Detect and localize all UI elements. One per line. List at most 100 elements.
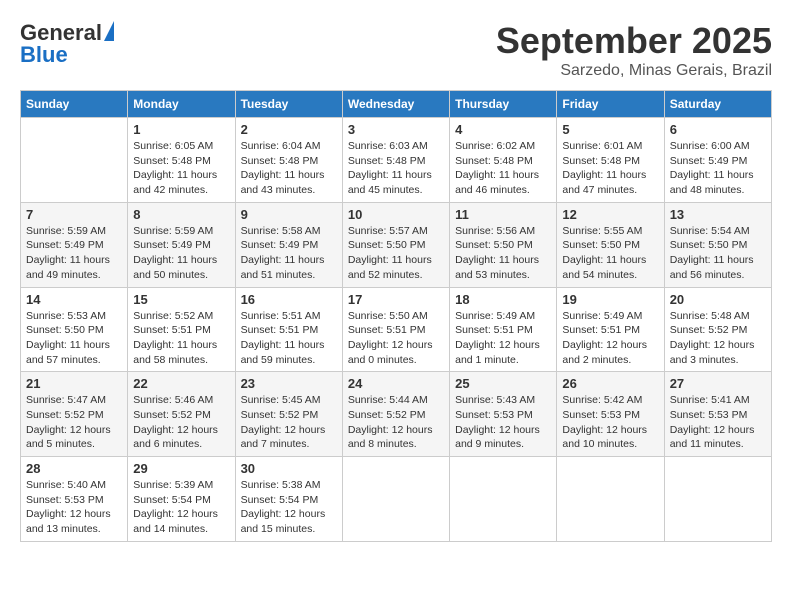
day-number: 19	[562, 292, 658, 307]
day-cell: 11 Sunrise: 5:56 AMSunset: 5:50 PMDayligh…	[450, 202, 557, 287]
day-cell: 23Sunrise: 5:45 AMSunset: 5:52 PMDayligh…	[235, 372, 342, 457]
day-cell: 24 Sunrise: 5:44 AMSunset: 5:52 PMDayligh…	[342, 372, 449, 457]
day-info: Sunrise: 5:47 AMSunset: 5:52 PMDaylight:…	[26, 393, 122, 452]
day-info: Sunrise: 5:53 AMSunset: 5:50 PMDaylight:…	[26, 309, 122, 368]
day-number: 29	[133, 461, 229, 476]
day-number: 15	[133, 292, 229, 307]
day-info: Sunrise: 5:40 AMSunset: 5:53 PMDaylight:…	[26, 478, 122, 537]
day-cell: 26 Sunrise: 5:42 AMSunset: 5:53 PMDayligh…	[557, 372, 664, 457]
day-cell: 15 Sunrise: 5:52 AMSunset: 5:51 PMDayligh…	[128, 287, 235, 372]
day-cell: 17 Sunrise: 5:50 AMSunset: 5:51 PMDayligh…	[342, 287, 449, 372]
day-cell: 28Sunrise: 5:40 AMSunset: 5:53 PMDayligh…	[21, 457, 128, 542]
day-cell	[664, 457, 771, 542]
day-number: 5	[562, 122, 658, 137]
day-number: 18	[455, 292, 551, 307]
day-cell: 12Sunrise: 5:55 AMSunset: 5:50 PMDayligh…	[557, 202, 664, 287]
day-cell: 19 Sunrise: 5:49 AMSunset: 5:51 PMDayligh…	[557, 287, 664, 372]
day-cell: 22 Sunrise: 5:46 AMSunset: 5:52 PMDayligh…	[128, 372, 235, 457]
day-cell: 5 Sunrise: 6:01 AMSunset: 5:48 PMDaylight…	[557, 118, 664, 203]
column-header-wednesday: Wednesday	[342, 91, 449, 118]
day-number: 2	[241, 122, 337, 137]
day-info: Sunrise: 5:50 AMSunset: 5:51 PMDaylight:…	[348, 309, 444, 368]
column-header-saturday: Saturday	[664, 91, 771, 118]
day-number: 24	[348, 376, 444, 391]
day-cell: 18 Sunrise: 5:49 AMSunset: 5:51 PMDayligh…	[450, 287, 557, 372]
day-cell: 4Sunrise: 6:02 AMSunset: 5:48 PMDaylight…	[450, 118, 557, 203]
column-header-friday: Friday	[557, 91, 664, 118]
week-row-5: 28Sunrise: 5:40 AMSunset: 5:53 PMDayligh…	[21, 457, 772, 542]
day-number: 9	[241, 207, 337, 222]
day-cell: 8 Sunrise: 5:59 AMSunset: 5:49 PMDaylight…	[128, 202, 235, 287]
day-cell: 7 Sunrise: 5:59 AMSunset: 5:49 PMDaylight…	[21, 202, 128, 287]
day-cell: 20 Sunrise: 5:48 AMSunset: 5:52 PMDayligh…	[664, 287, 771, 372]
week-row-1: 1Sunrise: 6:05 AMSunset: 5:48 PMDaylight…	[21, 118, 772, 203]
day-cell: 9 Sunrise: 5:58 AMSunset: 5:49 PMDaylight…	[235, 202, 342, 287]
month-title: September 2025	[496, 20, 772, 62]
day-info: Sunrise: 5:49 AMSunset: 5:51 PMDaylight:…	[455, 309, 551, 368]
logo-triangle	[104, 21, 114, 41]
title-section: September 2025 Sarzedo, Minas Gerais, Br…	[496, 20, 772, 80]
day-info: Sunrise: 5:43 AMSunset: 5:53 PMDaylight:…	[455, 393, 551, 452]
day-cell: 14Sunrise: 5:53 AMSunset: 5:50 PMDayligh…	[21, 287, 128, 372]
location: Sarzedo, Minas Gerais, Brazil	[496, 62, 772, 80]
day-number: 17	[348, 292, 444, 307]
calendar-header-row: SundayMondayTuesdayWednesdayThursdayFrid…	[21, 91, 772, 118]
day-info: Sunrise: 5:46 AMSunset: 5:52 PMDaylight:…	[133, 393, 229, 452]
day-info: Sunrise: 5:42 AMSunset: 5:53 PMDaylight:…	[562, 393, 658, 452]
day-number: 20	[670, 292, 766, 307]
day-cell: 13Sunrise: 5:54 AMSunset: 5:50 PMDayligh…	[664, 202, 771, 287]
day-info: Sunrise: 5:44 AMSunset: 5:52 PMDaylight:…	[348, 393, 444, 452]
day-info: Sunrise: 6:04 AMSunset: 5:48 PMDaylight:…	[241, 139, 337, 198]
day-info: Sunrise: 5:52 AMSunset: 5:51 PMDaylight:…	[133, 309, 229, 368]
day-cell: 27 Sunrise: 5:41 AMSunset: 5:53 PMDayligh…	[664, 372, 771, 457]
day-cell	[450, 457, 557, 542]
day-info: Sunrise: 6:00 AMSunset: 5:49 PMDaylight:…	[670, 139, 766, 198]
day-cell	[342, 457, 449, 542]
day-number: 26	[562, 376, 658, 391]
day-info: Sunrise: 5:57 AMSunset: 5:50 PMDaylight:…	[348, 224, 444, 283]
day-cell: 10 Sunrise: 5:57 AMSunset: 5:50 PMDayligh…	[342, 202, 449, 287]
day-info: Sunrise: 5:51 AMSunset: 5:51 PMDaylight:…	[241, 309, 337, 368]
day-cell: 1Sunrise: 6:05 AMSunset: 5:48 PMDaylight…	[128, 118, 235, 203]
day-number: 7	[26, 207, 122, 222]
day-info: Sunrise: 6:01 AMSunset: 5:48 PMDaylight:…	[562, 139, 658, 198]
day-info: Sunrise: 5:54 AMSunset: 5:50 PMDaylight:…	[670, 224, 766, 283]
day-info: Sunrise: 6:03 AMSunset: 5:48 PMDaylight:…	[348, 139, 444, 198]
logo: General Blue	[20, 20, 114, 68]
day-info: Sunrise: 5:56 AMSunset: 5:50 PMDaylight:…	[455, 224, 551, 283]
day-number: 21	[26, 376, 122, 391]
column-header-monday: Monday	[128, 91, 235, 118]
day-number: 10	[348, 207, 444, 222]
day-info: Sunrise: 5:59 AMSunset: 5:49 PMDaylight:…	[26, 224, 122, 283]
day-info: Sunrise: 5:49 AMSunset: 5:51 PMDaylight:…	[562, 309, 658, 368]
day-number: 30	[241, 461, 337, 476]
day-cell: 25 Sunrise: 5:43 AMSunset: 5:53 PMDayligh…	[450, 372, 557, 457]
page-header: General Blue September 2025 Sarzedo, Min…	[20, 20, 772, 80]
day-number: 6	[670, 122, 766, 137]
day-number: 25	[455, 376, 551, 391]
week-row-3: 14Sunrise: 5:53 AMSunset: 5:50 PMDayligh…	[21, 287, 772, 372]
day-cell	[21, 118, 128, 203]
column-header-thursday: Thursday	[450, 91, 557, 118]
day-info: Sunrise: 5:55 AMSunset: 5:50 PMDaylight:…	[562, 224, 658, 283]
day-number: 3	[348, 122, 444, 137]
day-info: Sunrise: 6:02 AMSunset: 5:48 PMDaylight:…	[455, 139, 551, 198]
week-row-2: 7 Sunrise: 5:59 AMSunset: 5:49 PMDaylight…	[21, 202, 772, 287]
day-info: Sunrise: 5:45 AMSunset: 5:52 PMDaylight:…	[241, 393, 337, 452]
day-number: 8	[133, 207, 229, 222]
logo-blue-text: Blue	[20, 42, 68, 68]
day-number: 22	[133, 376, 229, 391]
day-number: 1	[133, 122, 229, 137]
day-info: Sunrise: 5:59 AMSunset: 5:49 PMDaylight:…	[133, 224, 229, 283]
calendar-table: SundayMondayTuesdayWednesdayThursdayFrid…	[20, 90, 772, 542]
column-header-tuesday: Tuesday	[235, 91, 342, 118]
day-info: Sunrise: 5:48 AMSunset: 5:52 PMDaylight:…	[670, 309, 766, 368]
day-number: 27	[670, 376, 766, 391]
day-cell: 3 Sunrise: 6:03 AMSunset: 5:48 PMDaylight…	[342, 118, 449, 203]
day-info: Sunrise: 5:41 AMSunset: 5:53 PMDaylight:…	[670, 393, 766, 452]
day-info: Sunrise: 5:58 AMSunset: 5:49 PMDaylight:…	[241, 224, 337, 283]
day-cell: 29Sunrise: 5:39 AMSunset: 5:54 PMDayligh…	[128, 457, 235, 542]
day-cell: 30Sunrise: 5:38 AMSunset: 5:54 PMDayligh…	[235, 457, 342, 542]
day-cell	[557, 457, 664, 542]
day-number: 11	[455, 207, 551, 222]
